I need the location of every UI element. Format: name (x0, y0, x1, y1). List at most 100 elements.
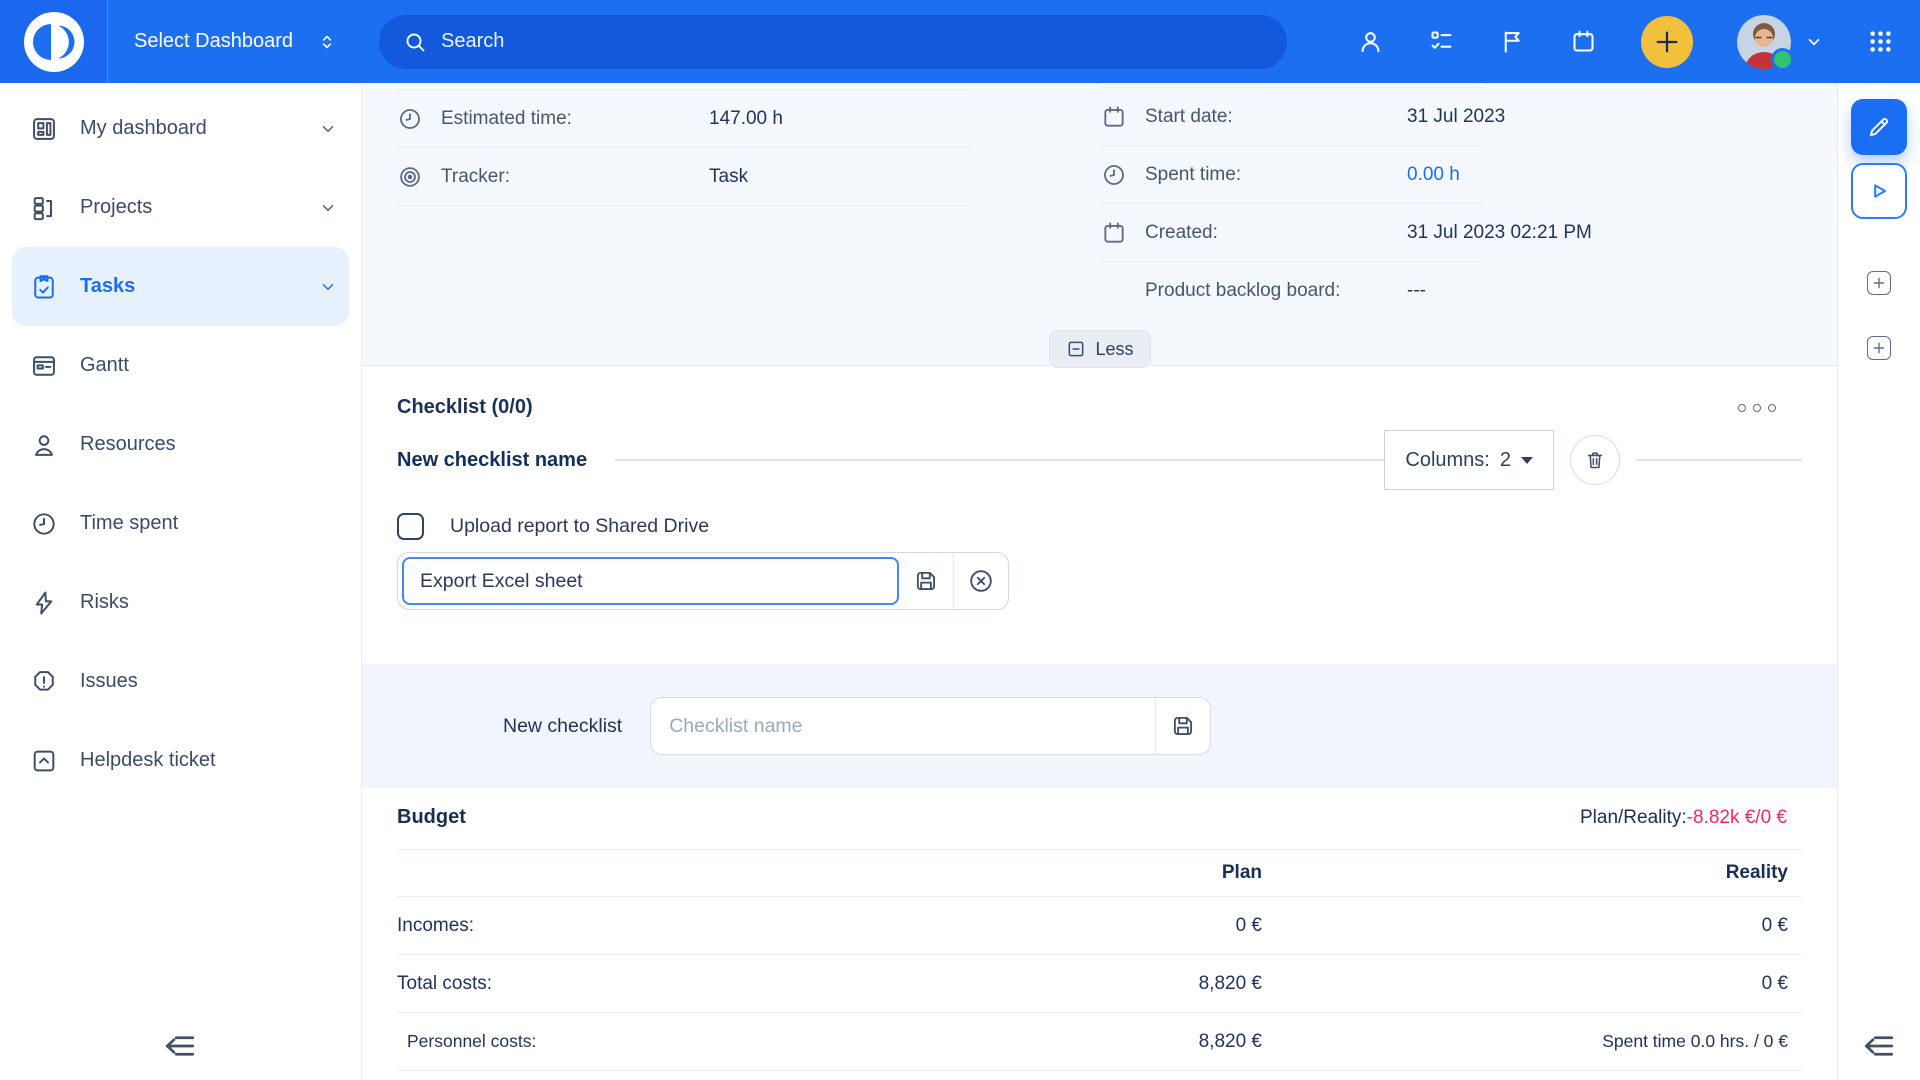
tasks-icon (30, 273, 58, 301)
field-tracker: Tracker: Task (397, 148, 973, 206)
collapse-icon (1861, 1028, 1897, 1064)
plan-reality-label: Plan/Reality: (1580, 807, 1687, 828)
checklist-item-checkbox[interactable] (397, 513, 424, 540)
show-less-button[interactable]: Less (1048, 330, 1150, 368)
chevron-down-icon (319, 278, 337, 296)
add-panel-button-1[interactable] (1867, 271, 1891, 295)
checklist-item-label: Upload report to Shared Drive (450, 515, 709, 538)
topbar: Select Dashboard Search (0, 0, 1920, 83)
right-panel-collapse-button[interactable] (1859, 1026, 1899, 1066)
checklist-item-input[interactable] (402, 557, 899, 605)
sidebar-item-my-dashboard[interactable]: My dashboard (0, 89, 361, 168)
time-icon (30, 510, 58, 538)
save-icon (1170, 713, 1196, 739)
field-label: Spent time: (1145, 164, 1407, 186)
sidebar-item-time-spent[interactable]: Time spent (0, 484, 361, 563)
flag-icon[interactable] (1499, 28, 1526, 55)
details-right-column: Start date: 31 Jul 2023 Spent time: 0.00… (1101, 87, 1485, 319)
main-content: Estimated time: 147.00 h Tracker: Task S… (361, 83, 1838, 1080)
avatar[interactable] (1737, 15, 1791, 69)
app-logo[interactable] (0, 0, 108, 83)
spent-time-link[interactable]: 0.00 h (1407, 164, 1460, 186)
edit-task-button[interactable] (1851, 99, 1907, 155)
column-header-plan: Plan (872, 862, 1262, 884)
issues-icon (30, 668, 58, 696)
user-menu[interactable] (1737, 15, 1823, 69)
field-value: 31 Jul 2023 (1407, 106, 1505, 128)
sidebar-collapse-button[interactable] (160, 1026, 200, 1066)
checklist-group-name: New checklist name (397, 449, 587, 472)
save-item-button[interactable] (899, 552, 953, 610)
trash-icon (1584, 449, 1606, 471)
checklist-item-edit-group (397, 552, 1009, 610)
table-row-total-costs: Total costs: 8,820 € 0 € (397, 955, 1802, 1013)
field-spent-time: Spent time: 0.00 h (1101, 146, 1485, 204)
delete-checklist-button[interactable] (1570, 435, 1620, 485)
sidebar-item-label: Resources (80, 433, 337, 456)
checklist-group-row: New checklist name Columns: 2 (397, 427, 1802, 493)
field-label: Created: (1145, 222, 1407, 244)
field-estimated-time: Estimated time: 147.00 h (397, 89, 973, 148)
collapse-icon (162, 1028, 198, 1064)
sidebar-item-gantt[interactable]: Gantt (0, 326, 361, 405)
add-button[interactable] (1641, 16, 1693, 68)
field-value: 31 Jul 2023 02:21 PM (1407, 222, 1592, 244)
easy-project-logo-icon (23, 11, 85, 73)
budget-table: Plan Reality Incomes: 0 € 0 € Total cost… (397, 849, 1802, 1071)
icon-placeholder (1101, 278, 1127, 304)
clock-icon (1101, 162, 1127, 188)
columns-dropdown[interactable]: Columns: 2 (1384, 430, 1554, 490)
plus-square-icon (1872, 341, 1886, 355)
checklist-title: Checklist (0/0) (397, 396, 533, 419)
save-checklist-button[interactable] (1155, 697, 1210, 755)
risk-icon (30, 589, 58, 617)
sidebar-item-tasks[interactable]: Tasks (12, 247, 349, 326)
apps-grid-icon[interactable] (1867, 28, 1894, 55)
field-start-date: Start date: 31 Jul 2023 (1101, 87, 1485, 146)
clock-icon (397, 106, 423, 132)
dashboard-selector[interactable]: Select Dashboard (108, 30, 367, 54)
helpdesk-icon (30, 747, 58, 775)
field-created: Created: 31 Jul 2023 02:21 PM (1101, 204, 1485, 262)
start-timer-button[interactable] (1851, 163, 1907, 219)
add-panel-button-2[interactable] (1867, 336, 1891, 360)
sidebar-item-label: Helpdesk ticket (80, 749, 337, 772)
sidebar-item-risks[interactable]: Risks (0, 563, 361, 642)
updown-icon (317, 30, 337, 54)
table-row-incomes: Incomes: 0 € 0 € (397, 897, 1802, 955)
calendar-icon (1101, 104, 1127, 130)
sidebar-item-label: Gantt (80, 354, 337, 377)
plan-reality-value: -8.82k €/0 € (1687, 807, 1787, 828)
table-row-personnel-costs: Personnel costs: 8,820 € Spent time 0.0 … (397, 1013, 1802, 1071)
chevron-down-icon (319, 120, 337, 138)
divider (1636, 459, 1802, 461)
cancel-icon (967, 567, 995, 595)
checklist-item-row: Upload report to Shared Drive (397, 513, 1802, 540)
sidebar-item-projects[interactable]: Projects (0, 168, 361, 247)
sidebar-item-helpdesk-ticket[interactable]: Helpdesk ticket (0, 721, 361, 800)
sidebar-item-issues[interactable]: Issues (0, 642, 361, 721)
user-icon[interactable] (1357, 28, 1384, 55)
chevron-down-icon (319, 199, 337, 217)
search-icon (403, 30, 427, 54)
calendar-icon[interactable] (1570, 28, 1597, 55)
less-label: Less (1095, 339, 1133, 360)
new-checklist-row: New checklist (361, 664, 1838, 788)
gantt-icon (30, 352, 58, 380)
todo-icon[interactable] (1428, 28, 1455, 55)
column-header-reality: Reality (1262, 862, 1802, 884)
sidebar-item-resources[interactable]: Resources (0, 405, 361, 484)
projects-icon (30, 194, 58, 222)
online-status-dot (1771, 48, 1794, 71)
cancel-item-button[interactable] (953, 552, 1008, 610)
new-checklist-input[interactable] (651, 699, 1155, 753)
sidebar-item-label: Projects (80, 196, 319, 219)
add-icon (1653, 28, 1681, 56)
columns-label: Columns: (1405, 449, 1489, 472)
right-toolbar (1837, 83, 1920, 1080)
calendar-icon (1101, 220, 1127, 246)
pencil-icon (1866, 114, 1892, 140)
dashboard-selector-label: Select Dashboard (134, 30, 293, 53)
ellipsis-icon[interactable] (1738, 404, 1776, 412)
search-input[interactable]: Search (379, 15, 1287, 69)
